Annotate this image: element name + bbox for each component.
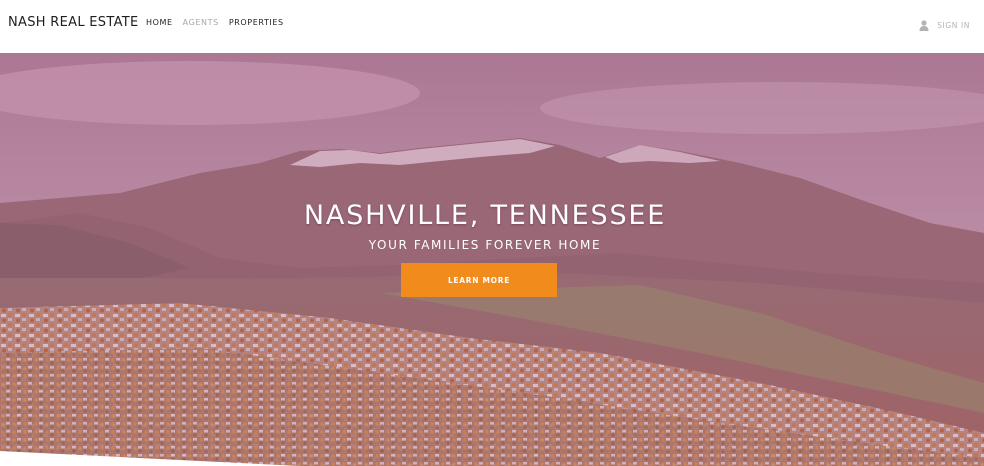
nav-properties-link[interactable]: PROPERTIES — [229, 18, 284, 27]
learn-more-button[interactable]: LEARN MORE — [401, 263, 557, 297]
hero-section: NASHVILLE, TENNESSEE YOUR FAMILIES FOREV… — [0, 53, 984, 466]
sign-in-link[interactable]: SIGN IN — [919, 16, 970, 35]
hero-title: NASHVILLE, TENNESSEE — [303, 200, 667, 231]
hero-subtitle: YOUR FAMILIES FOREVER HOME — [368, 238, 602, 252]
nav-agents-link[interactable]: AGENTS — [183, 18, 219, 27]
sign-in-label: SIGN IN — [937, 21, 970, 30]
main-nav: HOME AGENTS PROPERTIES — [146, 18, 284, 27]
nav-home-link[interactable]: HOME — [146, 18, 173, 27]
hero-text-block: NASHVILLE, TENNESSEE YOUR FAMILIES FOREV… — [0, 200, 984, 252]
user-icon — [919, 16, 929, 35]
navbar: NASH REAL ESTATE HOME AGENTS PROPERTIES … — [0, 0, 984, 53]
hero-background-image — [0, 53, 984, 466]
brand-logo[interactable]: NASH REAL ESTATE — [8, 15, 139, 30]
